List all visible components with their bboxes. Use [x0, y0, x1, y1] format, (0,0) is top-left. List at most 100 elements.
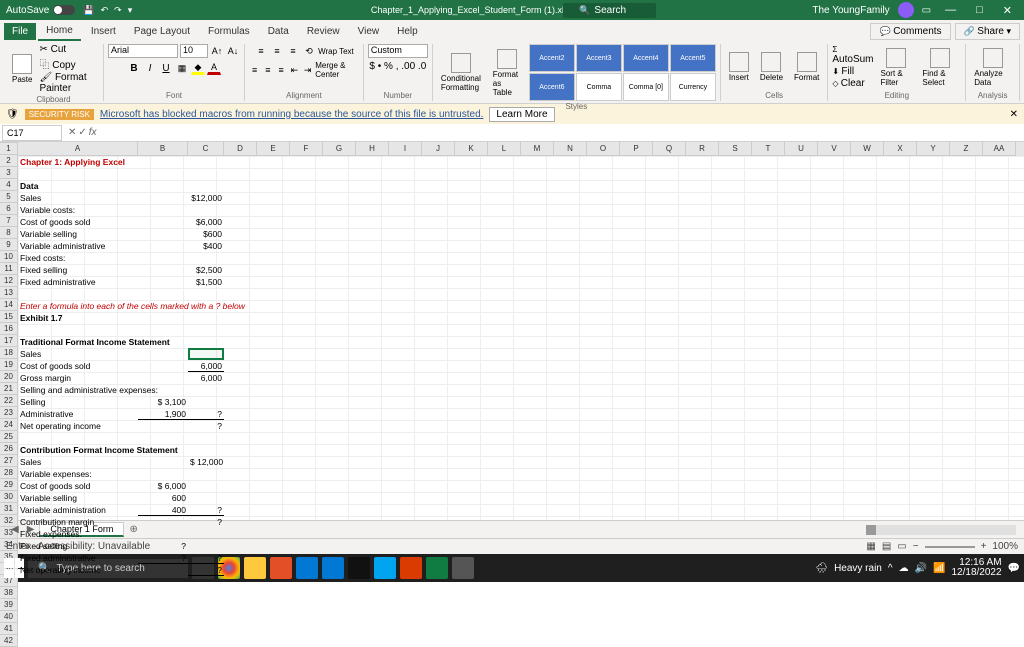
cell[interactable]: Net operating income — [18, 564, 138, 576]
fill-button[interactable]: ⬇ Fill — [832, 66, 873, 77]
conditional-formatting-button[interactable]: Conditional Formatting — [437, 51, 486, 94]
fill-color-button[interactable]: ◆ — [191, 61, 205, 75]
tray-chevron-icon[interactable]: ^ — [888, 563, 893, 574]
col-header[interactable]: E — [257, 142, 290, 156]
col-header[interactable]: G — [323, 142, 356, 156]
col-header[interactable]: F — [290, 142, 323, 156]
clear-button[interactable]: ◇ Clear — [832, 78, 873, 89]
cell[interactable]: $400 — [188, 240, 224, 252]
cell[interactable]: Selling — [18, 396, 138, 408]
zoom-out-icon[interactable]: − — [913, 541, 919, 552]
col-header[interactable]: N — [554, 142, 587, 156]
tab-view[interactable]: View — [350, 23, 388, 40]
style-comma0[interactable]: Comma [0] — [623, 73, 669, 101]
cell[interactable]: Selling and administrative expenses: — [18, 384, 138, 396]
cell[interactable]: Variable administrative — [18, 240, 138, 252]
worksheet-cells[interactable]: Chapter 1: Applying ExcelDataSales$12,00… — [18, 156, 1024, 520]
tab-insert[interactable]: Insert — [83, 23, 124, 40]
cell[interactable]: $12,000 — [188, 192, 224, 204]
cell[interactable]: Cost of goods sold — [18, 360, 138, 372]
row-header[interactable]: 31 — [0, 503, 18, 515]
cell[interactable]: Variable expenses: — [18, 468, 138, 480]
align-center-icon[interactable]: ≡ — [262, 63, 273, 77]
cell[interactable]: Variable costs: — [18, 204, 138, 216]
col-header[interactable]: X — [884, 142, 917, 156]
copy-button[interactable]: ⿻ Copy — [39, 56, 99, 71]
col-header[interactable]: O — [587, 142, 620, 156]
cell[interactable]: 6,000 — [188, 372, 224, 384]
redo-icon[interactable]: ↷ — [114, 5, 122, 16]
row-header[interactable]: 18 — [0, 347, 18, 359]
row-header[interactable]: 29 — [0, 479, 18, 491]
close-icon[interactable]: ✕ — [997, 4, 1018, 17]
tab-pagelayout[interactable]: Page Layout — [126, 23, 198, 40]
col-header[interactable]: W — [851, 142, 884, 156]
style-accent5[interactable]: Accent5 — [670, 44, 716, 72]
ribbon-mode-icon[interactable]: ▭ — [922, 5, 931, 16]
name-box[interactable] — [2, 125, 62, 141]
cell[interactable]: ? — [138, 540, 188, 552]
zoom-in-icon[interactable]: + — [981, 541, 987, 552]
cell[interactable]: Fixed expenses: — [18, 528, 138, 540]
col-header[interactable]: U — [785, 142, 818, 156]
row-header[interactable]: 3 — [0, 167, 18, 179]
col-header[interactable]: T — [752, 142, 785, 156]
weather-icon[interactable]: 🌧 — [815, 563, 828, 574]
number-buttons[interactable]: $ • % , .00 .0 — [369, 61, 426, 72]
learn-more-button[interactable]: Learn More — [489, 107, 554, 122]
cell[interactable]: Exhibit 1.7 — [18, 312, 138, 324]
col-header[interactable]: Q — [653, 142, 686, 156]
share-button[interactable]: 🔗 Share ▾ — [955, 23, 1020, 40]
format-as-table-button[interactable]: Format as Table — [489, 47, 526, 99]
row-header[interactable]: 2 — [0, 155, 18, 167]
volume-icon[interactable]: 🔊 — [915, 563, 927, 574]
cell[interactable]: Cost of goods sold — [18, 480, 138, 492]
number-format-select[interactable]: Custom — [368, 44, 428, 58]
row-header[interactable]: 25 — [0, 431, 18, 443]
cell[interactable]: $1,500 — [188, 276, 224, 288]
cell[interactable]: Contribution margin — [18, 516, 138, 528]
autosave-toggle[interactable] — [53, 5, 75, 15]
avatar[interactable] — [898, 2, 914, 18]
row-header[interactable]: 11 — [0, 263, 18, 275]
save-icon[interactable]: 💾 — [83, 5, 94, 16]
cut-button[interactable]: ✂ Cut — [39, 44, 99, 55]
row-header[interactable]: 17 — [0, 335, 18, 347]
orientation-icon[interactable]: ⟲ — [302, 44, 316, 58]
decrease-font-icon[interactable]: A↓ — [226, 44, 240, 58]
col-header[interactable]: R — [686, 142, 719, 156]
cell[interactable]: $2,500 — [188, 264, 224, 276]
cell[interactable]: $6,000 — [188, 216, 224, 228]
col-header[interactable]: A — [18, 142, 138, 156]
delete-cells-button[interactable]: Delete — [756, 50, 787, 84]
increase-font-icon[interactable]: A↑ — [210, 44, 224, 58]
font-name-select[interactable]: Arial — [108, 44, 178, 58]
cell[interactable]: $ 6,000 — [138, 480, 188, 492]
cell[interactable]: Administrative — [18, 408, 138, 420]
cell[interactable]: Sales — [18, 192, 138, 204]
cell[interactable]: Chapter 1: Applying Excel — [18, 156, 138, 168]
cell[interactable]: Variable selling — [18, 492, 138, 504]
horizontal-scrollbar[interactable] — [866, 525, 1016, 535]
tab-review[interactable]: Review — [299, 23, 348, 40]
align-middle-icon[interactable]: ≡ — [270, 44, 284, 58]
analyze-data-button[interactable]: Analyze Data — [970, 46, 1015, 89]
row-header[interactable]: 41 — [0, 623, 18, 635]
style-accent6[interactable]: Accent6 — [529, 73, 575, 101]
style-accent4[interactable]: Accent4 — [623, 44, 669, 72]
format-cells-button[interactable]: Format — [790, 50, 823, 84]
row-header[interactable]: 15 — [0, 311, 18, 323]
tab-data[interactable]: Data — [260, 23, 297, 40]
row-header[interactable]: 22 — [0, 395, 18, 407]
user-name[interactable]: The YoungFamily — [812, 5, 889, 16]
align-top-icon[interactable]: ≡ — [254, 44, 268, 58]
underline-button[interactable]: U — [159, 61, 173, 75]
formula-bar[interactable] — [101, 125, 1024, 141]
onedrive-icon[interactable]: ☁ — [899, 563, 909, 574]
warn-close-icon[interactable]: ✕ — [1010, 109, 1018, 120]
col-header[interactable]: H — [356, 142, 389, 156]
cell[interactable]: Cost of goods sold — [18, 216, 138, 228]
row-header[interactable]: 27 — [0, 455, 18, 467]
border-button[interactable]: ▦ — [175, 61, 189, 75]
maximize-icon[interactable]: □ — [970, 4, 989, 16]
